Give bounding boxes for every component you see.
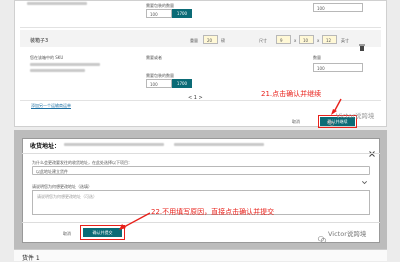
confirm-submit-button[interactable]: 确认并提交 (83, 228, 122, 237)
dims-separator: x (317, 38, 320, 43)
next-shipment-panel (14, 249, 387, 261)
length-input[interactable]: 9 (276, 35, 291, 44)
step-annotation: 22.不用填写原因，直接点击确认并提交 (151, 208, 275, 216)
divider (22, 153, 380, 154)
box-group-title: 装箱子3 (30, 38, 49, 44)
dims-label: 尺寸 (259, 38, 267, 43)
weight-label: 重量 (190, 38, 198, 43)
divider (20, 27, 381, 28)
watermark: Victor说跨境 (336, 112, 375, 120)
qty-input[interactable]: 100 (146, 9, 172, 18)
unit-count-badge: 1700 (172, 79, 192, 88)
close-icon[interactable] (369, 142, 375, 157)
quantity-field[interactable]: 100 (313, 3, 363, 12)
address-blurred (174, 143, 264, 146)
wechat-logo-icon (317, 228, 327, 243)
divider (20, 100, 381, 101)
weight-unit: 磅 (221, 38, 225, 43)
annotation-arrow (119, 212, 151, 230)
step-annotation: 21.点击确认并继续 (261, 90, 322, 98)
product-info-blurred (27, 2, 87, 5)
qty-input[interactable]: 100 (146, 79, 172, 88)
product-info-blurred (30, 69, 85, 72)
reason-select[interactable]: 以此地址建立货件 (32, 166, 370, 175)
cancel-button[interactable]: 取消 (292, 119, 300, 125)
dialog-cancel-button[interactable]: 取消 (63, 231, 71, 237)
dims-unit: 英寸 (341, 38, 349, 43)
height-input[interactable]: 12 (322, 35, 337, 44)
shipment-title: 货件 1 (22, 255, 40, 262)
wechat-logo-icon (326, 111, 335, 126)
dialog-title: 收货地址： (30, 143, 61, 150)
unit-count-badge: 1700 (172, 9, 192, 18)
quantity-field[interactable]: 100 (313, 63, 363, 72)
chevron-down-icon (362, 169, 367, 185)
address-blurred (64, 143, 164, 146)
divider (22, 222, 380, 223)
dims-separator: x (294, 38, 297, 43)
add-carrier-link[interactable]: 添加另一个运输商运单 (31, 103, 71, 109)
watermark: Victor说跨境 (328, 230, 367, 238)
product-info-blurred (30, 63, 100, 66)
fba-column-header: 需要或者 (146, 55, 162, 60)
qty-column-header: 数量 (313, 55, 321, 60)
weight-input[interactable]: 20 (203, 35, 218, 44)
width-input[interactable]: 10 (299, 35, 314, 44)
sku-column-header: 您在该箱中的 SKU (30, 55, 64, 60)
trash-icon[interactable] (359, 36, 365, 51)
